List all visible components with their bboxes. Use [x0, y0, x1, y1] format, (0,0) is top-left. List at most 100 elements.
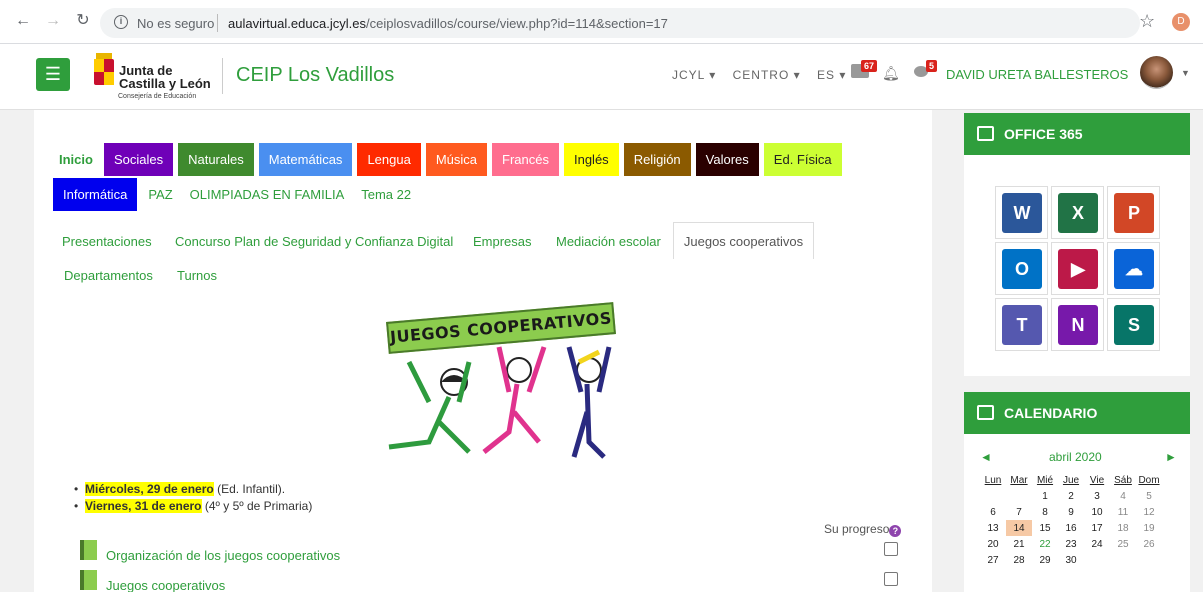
- calendar-day[interactable]: 19: [1136, 520, 1162, 536]
- office-app-tile[interactable]: O: [995, 242, 1048, 295]
- calendar-prev-icon[interactable]: ◄: [980, 450, 992, 464]
- calendar-day[interactable]: 6: [980, 504, 1006, 520]
- calendar-day[interactable]: 28: [1006, 552, 1032, 568]
- address-bar[interactable]: i No es seguro aulavirtual.educa.jcyl.es…: [100, 8, 1140, 38]
- book-icon: [80, 570, 97, 590]
- calendar-day[interactable]: 23: [1058, 536, 1084, 552]
- user-name[interactable]: DAVID URETA BALLESTEROS: [946, 67, 1128, 82]
- completion-checkbox-1[interactable]: [884, 542, 898, 556]
- calendar-day[interactable]: 29: [1032, 552, 1058, 568]
- tab-paz[interactable]: PAZ: [142, 178, 179, 211]
- subtab-juegos-active[interactable]: Juegos cooperativos: [673, 222, 814, 259]
- completion-checkbox-2[interactable]: [884, 572, 898, 586]
- office-app-tile[interactable]: W: [995, 186, 1048, 239]
- help-icon[interactable]: ?: [889, 525, 902, 537]
- junta-logo[interactable]: Junta de Castilla y León Consejería de E…: [92, 53, 222, 103]
- tab-ed-física[interactable]: Ed. Física: [763, 143, 842, 176]
- user-avatar[interactable]: [1140, 56, 1173, 89]
- calendar-day[interactable]: 8: [1032, 504, 1058, 520]
- subtab-mediacion[interactable]: Mediación escolar: [556, 234, 661, 249]
- activity-link-2[interactable]: Juegos cooperativos: [106, 578, 225, 592]
- subtab-presentaciones[interactable]: Presentaciones: [62, 234, 152, 249]
- schedule-note-2: (4º y 5º de Primaria): [201, 499, 313, 513]
- calendar-day[interactable]: 21: [1006, 536, 1032, 552]
- notifications-bell-icon[interactable]: 🔔︎: [882, 65, 900, 82]
- calendar-day[interactable]: 26: [1136, 536, 1162, 552]
- activity-link-1[interactable]: Organización de los juegos cooperativos: [106, 548, 340, 563]
- calendar-day[interactable]: 12: [1136, 504, 1162, 520]
- calendar-day[interactable]: 10: [1084, 504, 1110, 520]
- tab-tema-22[interactable]: Tema 22: [355, 178, 418, 211]
- site-name[interactable]: CEIP Los Vadillos: [236, 64, 394, 87]
- url-path: /ceiplosvadillos/course/view.php?id=114&…: [366, 16, 668, 31]
- calendar-next-icon[interactable]: ►: [1165, 450, 1177, 464]
- browser-profile-avatar[interactable]: D: [1172, 13, 1190, 31]
- tab-lengua[interactable]: Lengua: [357, 143, 421, 176]
- bookmark-star-icon[interactable]: ☆: [1139, 11, 1155, 31]
- calendar-day[interactable]: 14: [1006, 520, 1032, 536]
- calendar-day[interactable]: 20: [980, 536, 1006, 552]
- menu-jcyl[interactable]: JCYL ▾: [672, 68, 716, 82]
- tab-olimpiadas-en-familia[interactable]: OLIMPIADAS EN FAMILIA: [183, 178, 351, 211]
- calendar-day[interactable]: 11: [1110, 504, 1136, 520]
- calendar-day[interactable]: 4: [1110, 488, 1136, 504]
- calendar-grid: Lun Mar Mié Jue Vie Sáb Dom 1 2 3 4 5 6 7 8 9 10 11 12 13 1…: [980, 472, 1162, 568]
- calendar-day[interactable]: 18: [1110, 520, 1136, 536]
- url-text[interactable]: aulavirtual.educa.jcyl.es/ceiplosvadillo…: [228, 16, 668, 31]
- tab-inicio[interactable]: Inicio: [53, 143, 99, 176]
- calendar-day[interactable]: 25: [1110, 536, 1136, 552]
- subtab-concurso[interactable]: Concurso Plan de Seguridad y Confianza D…: [175, 234, 453, 249]
- tab-francés[interactable]: Francés: [492, 143, 559, 176]
- progress-label: Su progreso?: [824, 522, 902, 537]
- calendar-month[interactable]: abril 2020: [1049, 450, 1102, 464]
- course-tabs: Inicio Sociales Naturales Matemáticas Lengua…: [53, 143, 913, 211]
- calendar-day[interactable]: 27: [980, 552, 1006, 568]
- site-navbar: ☰ Junta de Castilla y León Consejería de…: [0, 44, 1203, 110]
- menu-centro[interactable]: CENTRO ▾: [733, 68, 801, 82]
- office-app-tile[interactable]: N: [1051, 298, 1104, 351]
- tab-naturales[interactable]: Naturales: [178, 143, 254, 176]
- user-menu-caret-icon[interactable]: ▼: [1181, 68, 1190, 78]
- calendar-day: [1136, 552, 1162, 568]
- calendar-day: [1006, 488, 1032, 504]
- calendar-day[interactable]: 17: [1084, 520, 1110, 536]
- calendar-day[interactable]: 7: [1006, 504, 1032, 520]
- calendar-week: 27 28 29 30: [980, 552, 1162, 568]
- info-icon[interactable]: i: [114, 15, 128, 29]
- calendar-day[interactable]: 2: [1058, 488, 1084, 504]
- schedule-date-1: Miércoles, 29 de enero: [85, 482, 214, 496]
- tab-matemáticas[interactable]: Matemáticas: [258, 143, 353, 176]
- calendar-day[interactable]: 5: [1136, 488, 1162, 504]
- tab-sociales[interactable]: Sociales: [103, 143, 174, 176]
- subtab-departamentos[interactable]: Departamentos: [64, 268, 153, 283]
- tab-inglés[interactable]: Inglés: [563, 143, 619, 176]
- subtab-turnos[interactable]: Turnos: [177, 268, 217, 283]
- office-app-tile[interactable]: ▶: [1051, 242, 1104, 295]
- calendar-day[interactable]: 1: [1032, 488, 1058, 504]
- subtab-empresas[interactable]: Empresas: [473, 234, 532, 249]
- menu-language[interactable]: ES ▾: [817, 68, 846, 82]
- office-app-tile[interactable]: X: [1051, 186, 1104, 239]
- calendar-day[interactable]: 30: [1058, 552, 1084, 568]
- tab-religión[interactable]: Religión: [623, 143, 691, 176]
- onedrive-icon: ☁: [1114, 249, 1154, 289]
- calendar-day[interactable]: 3: [1084, 488, 1110, 504]
- calendar-day[interactable]: 16: [1058, 520, 1084, 536]
- back-arrow-icon[interactable]: ←: [14, 12, 32, 30]
- menu-toggle-icon[interactable]: ☰: [36, 58, 70, 91]
- tab-música[interactable]: Música: [425, 143, 488, 176]
- calendar-day[interactable]: 13: [980, 520, 1006, 536]
- calendar-day[interactable]: 9: [1058, 504, 1084, 520]
- office-app-tile[interactable]: P: [1107, 186, 1160, 239]
- office-app-tile[interactable]: ☁: [1107, 242, 1160, 295]
- calendar-day[interactable]: 22: [1032, 536, 1058, 552]
- calendar-day[interactable]: 15: [1032, 520, 1058, 536]
- tab-informática[interactable]: Informática: [53, 178, 138, 211]
- office-app-tile[interactable]: T: [995, 298, 1048, 351]
- reload-icon[interactable]: ↻: [74, 12, 92, 30]
- office-app-tile[interactable]: S: [1107, 298, 1160, 351]
- logo-text-2: Castilla y León: [119, 76, 211, 91]
- tab-valores[interactable]: Valores: [695, 143, 759, 176]
- forward-arrow-icon[interactable]: →: [44, 12, 62, 30]
- calendar-day[interactable]: 24: [1084, 536, 1110, 552]
